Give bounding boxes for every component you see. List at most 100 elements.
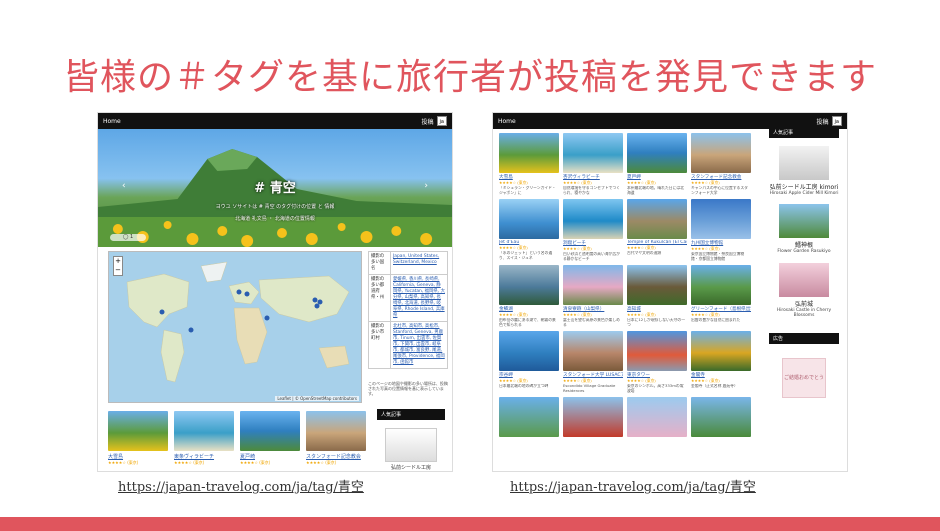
post-image[interactable]: [691, 397, 751, 437]
post-image[interactable]: [627, 397, 687, 437]
prev-arrow-icon[interactable]: ‹: [122, 181, 126, 191]
post-card[interactable]: スタンフォード大学 LUSACアパートメント★★★★☆ (東京)Escondid…: [563, 331, 623, 393]
post-card[interactable]: 高知城 ★★★★☆ (東京) 日本に12しか現存しない天守の一つ: [627, 265, 687, 327]
post-card[interactable]: 九州国立博物館 ★★★★☆ (東京) 東京国立博物館・奈良国立博物館・京都国立博物館: [691, 199, 751, 261]
info-value-links[interactable]: 愛媛県, 香川県, 長崎県, California, Geneva, 静岡県, …: [390, 274, 448, 322]
post-image[interactable]: [174, 411, 234, 451]
post-image[interactable]: [627, 133, 687, 173]
post-image[interactable]: [499, 199, 559, 239]
zoom-out-button[interactable]: −: [114, 266, 122, 275]
post-image[interactable]: [499, 265, 559, 305]
zoom-in-button[interactable]: +: [114, 257, 122, 266]
post-card[interactable]: 宗谷岬 ★★★★☆ (東京) 日本最北端の地の碑が立つ岬: [499, 331, 559, 393]
map-attribution[interactable]: Leaflet | © OpenStreetMap contributors: [275, 396, 359, 401]
post-image[interactable]: [563, 265, 623, 305]
post-desc: 日本最北端の地の碑が立つ岬: [499, 384, 549, 388]
world-map-image: [126, 261, 350, 383]
left-url[interactable]: https://japan-travelog.com/ja/tag/青空: [118, 476, 364, 495]
home-link[interactable]: Home: [498, 118, 516, 125]
post-card[interactable]: スタンフォード記念教会 ★★★★☆ (東京): [306, 411, 366, 466]
sidebar-header: 人気記事: [769, 127, 839, 138]
article-title[interactable]: 弘前城: [769, 299, 839, 308]
table-row: 撮影の多い市町村 北杜市, 高知市, 高松市, Stanford, Geneva…: [368, 321, 448, 369]
post-card[interactable]: 大雪島 ★★★★☆ (東京): [108, 411, 168, 466]
post-image[interactable]: [563, 133, 623, 173]
map-zoom-controls[interactable]: + −: [113, 256, 123, 276]
post-image[interactable]: [627, 199, 687, 239]
post-card[interactable]: 金鱗湖 ★★★★☆ (東京) 由布岳の麓にある湖で、朝霧の景色で知られる: [499, 265, 559, 327]
post-desc: 富士山を望む高原の景色が楽しめる: [563, 318, 620, 327]
post-card[interactable]: 夏戸岬 ★★★★☆ (東京) 本州最北端の地。晴れた日には北海道: [627, 133, 687, 195]
post-image[interactable]: [627, 265, 687, 305]
article-image[interactable]: [779, 204, 829, 239]
article-image[interactable]: [779, 262, 829, 297]
post-desc: 「ミシュラン・グリーンガイド・ジャポン」に: [499, 186, 556, 195]
sidebar-article[interactable]: 弘前シードル工房 kimori Hirosaki Apple Cider Mil…: [769, 146, 839, 196]
right-url[interactable]: https://japan-travelog.com/ja/tag/青空: [510, 476, 756, 495]
post-image[interactable]: [499, 331, 559, 371]
post-card[interactable]: [499, 397, 559, 437]
post-image[interactable]: [240, 411, 300, 451]
post-image[interactable]: [306, 411, 366, 451]
next-arrow-icon[interactable]: ›: [424, 181, 428, 191]
post-rating: ★★★★☆ (東京): [306, 460, 337, 465]
post-image[interactable]: [627, 331, 687, 371]
post-link[interactable]: 投稿: [817, 117, 829, 126]
post-card[interactable]: [691, 397, 751, 437]
post-card[interactable]: 東京タワー ★★★★☆ (東京) 東京のシンボル。高さ333mの電波塔: [627, 331, 687, 393]
post-image[interactable]: [108, 411, 168, 451]
post-title[interactable]: 大雪島: [108, 453, 168, 460]
post-image[interactable]: [563, 331, 623, 371]
sidebar-article[interactable]: 弘前城 Hirosaki Castle in Cherry Blossoms: [769, 262, 839, 319]
slide-indicator[interactable]: ◯ 1: [110, 234, 146, 241]
post-card[interactable]: 大雪島 ★★★★☆ (東京) 「ミシュラン・グリーンガイド・ジャポン」に: [499, 133, 559, 195]
post-card[interactable]: 金閣寺 ★★★★☆ (東京) 金閣寺（正式名称 鹿苑寺）: [691, 331, 751, 393]
ad-banner[interactable]: ご結婚おめでとう: [782, 357, 826, 398]
post-image[interactable]: [563, 397, 623, 437]
post-rating: ★★★★☆ (東京): [174, 460, 205, 465]
post-card[interactable]: スタンフォード記念教会 ★★★★☆ (東京) キャンパスの中心に位置するスタンフォー…: [691, 133, 751, 195]
post-card[interactable]: [563, 397, 623, 437]
post-title[interactable]: 夏戸崎: [240, 453, 300, 460]
sidebar-article[interactable]: 鱈神根 Flower Garden Rasukiyo: [769, 204, 839, 254]
post-image[interactable]: [691, 133, 751, 173]
article-subtitle: Hirosaki Apple Cider Mill Kimori: [769, 191, 839, 196]
post-image[interactable]: [691, 265, 751, 305]
post-title[interactable]: スタンフォード記念教会: [306, 453, 366, 460]
home-link[interactable]: Home: [103, 118, 121, 125]
article-caption[interactable]: 弘前シードル工房: [377, 464, 445, 471]
post-card[interactable]: 東条ヴィラビーチ ★★★★☆ (東京): [174, 411, 234, 466]
post-link[interactable]: 投稿: [422, 117, 434, 126]
post-image[interactable]: [691, 199, 751, 239]
language-select[interactable]: ja: [436, 116, 447, 126]
map-note: このページの地図や撮影の多い場所は、投稿された写真の位置情報を基に表示しています…: [368, 381, 448, 396]
article-image[interactable]: [385, 428, 437, 462]
world-map[interactable]: + − Leaflet | © OpenStreetMap contributo…: [108, 251, 362, 403]
info-value-links[interactable]: Japan, United States, Switzerland, Mexic…: [390, 251, 448, 275]
post-card[interactable]: 清泉寮跡（山梨県） ★★★★☆ (東京) 富士山を望む高原の景色が楽しめる: [563, 265, 623, 327]
post-card[interactable]: Temple of Kukulcán (El Castillo)★★★★☆ (東…: [627, 199, 687, 261]
post-card[interactable]: 夏戸崎 ★★★★☆ (東京): [240, 411, 300, 466]
post-card[interactable]: 洞窟ビーチ ★★★★☆ (東京) 白い砂浜と透明度の高い海が広がる静かなビーチ: [563, 199, 623, 261]
post-desc: Escondido Village Graduate Residences: [563, 384, 616, 393]
post-image[interactable]: [691, 331, 751, 371]
post-desc: 東京国立博物館・奈良国立博物館・京都国立博物館: [691, 252, 745, 261]
post-card[interactable]: Jet d'Eau ★★★★☆ (東京) 「水のジェット」という名の通り、スイス・ジ…: [499, 199, 559, 261]
tag-title: # 青空: [254, 181, 296, 196]
info-value-links[interactable]: 北杜市, 高知市, 高松市, Stanford, Geneva, 男鹿市, Ti…: [390, 321, 448, 369]
post-desc: 本州最北端の地。晴れた日には北海道: [627, 186, 684, 195]
article-title[interactable]: 弘前シードル工房 kimori: [769, 182, 839, 191]
post-image[interactable]: [499, 397, 559, 437]
post-image[interactable]: [499, 133, 559, 173]
post-title[interactable]: 東条ヴィラビーチ: [174, 453, 234, 460]
post-card[interactable]: [627, 397, 687, 437]
post-desc: 古代マヤ文明の遺跡: [627, 251, 662, 255]
post-card[interactable]: 杏沢ヴィラビーチ ★★★★☆ (東京) 自然環境を守るコンセプトでつくられ、穏やかな: [563, 133, 623, 195]
post-card[interactable]: グリーンフォード（島根県出雲市）★★★★☆ (東京)出雲の豊かな自然に囲まれた: [691, 265, 751, 327]
post-thumbnails: 大雪島 ★★★★☆ (東京) 東条ヴィラビーチ ★★★★☆ (東京) 夏戸崎 ★…: [108, 411, 370, 466]
bottom-accent-bar: [0, 517, 940, 531]
post-image[interactable]: [563, 199, 623, 239]
post-desc: 由布岳の麓にある湖で、朝霧の景色で知られる: [499, 318, 556, 327]
language-select[interactable]: ja: [831, 116, 842, 126]
article-image[interactable]: [779, 146, 829, 180]
